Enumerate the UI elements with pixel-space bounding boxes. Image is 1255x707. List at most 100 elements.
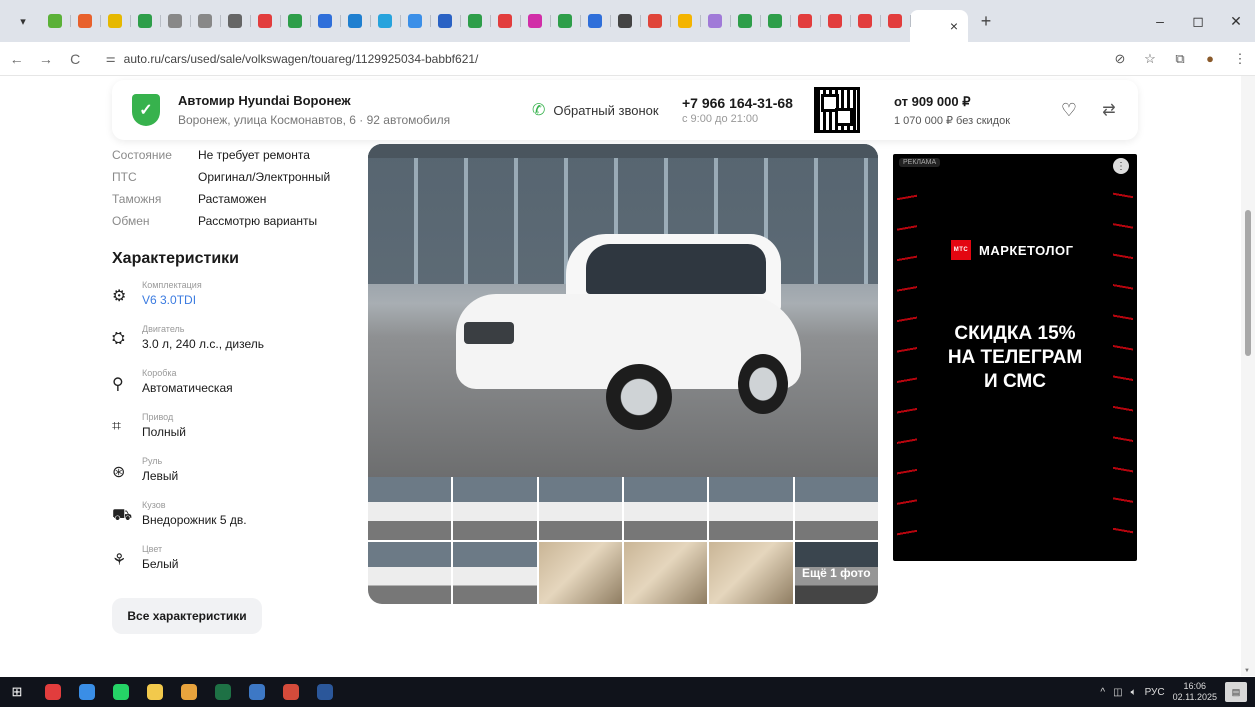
bookmark-star-icon[interactable]: ☆ <box>1135 46 1165 72</box>
browser-icon[interactable] <box>276 677 306 707</box>
site-info-icon[interactable]: ⚌ <box>106 52 116 65</box>
more-photos-thumbnail[interactable]: Ещё 1 фото <box>794 541 878 604</box>
browser-tab[interactable] <box>790 6 821 36</box>
favorite-heart-icon[interactable]: ♡ <box>1054 95 1084 125</box>
browser-tab[interactable] <box>820 6 851 36</box>
spec-row: ⚘ Цвет Белый <box>112 544 362 576</box>
phone-number[interactable]: +7 966 164-31-68 <box>682 95 808 111</box>
browser-tab[interactable] <box>640 6 671 36</box>
tab-active[interactable]: × <box>910 10 968 42</box>
dealer-name[interactable]: Автомир Hyundai Воронеж <box>178 93 518 108</box>
browser-tab[interactable] <box>580 6 611 36</box>
thumbnail[interactable] <box>368 477 452 540</box>
spec-value: 3.0 л, 240 л.с., дизель <box>142 337 264 351</box>
engine-icon: ⛭ <box>112 330 125 347</box>
spec-value: Белый <box>142 557 179 571</box>
browser-tab[interactable] <box>250 6 281 36</box>
app-icon[interactable] <box>242 677 272 707</box>
green-plus-icon <box>768 14 782 28</box>
language-indicator[interactable]: РУС <box>1145 687 1165 698</box>
browser-menu-icon[interactable]: ⋮ <box>1225 46 1255 72</box>
thumbnail[interactable] <box>624 477 708 540</box>
browser-tab[interactable] <box>550 6 581 36</box>
browser-tab[interactable] <box>490 6 521 36</box>
eye-off-icon[interactable]: ⊘ <box>1105 46 1135 72</box>
profile-avatar-icon[interactable]: ● <box>1195 46 1225 72</box>
close-window-button[interactable]: ✕ <box>1217 0 1255 42</box>
word-icon[interactable] <box>310 677 340 707</box>
main-photo[interactable] <box>368 144 878 477</box>
whatsapp-icon[interactable] <box>106 677 136 707</box>
thumbnail[interactable] <box>453 541 537 604</box>
back-button[interactable]: ← <box>4 46 29 72</box>
browser-tab[interactable] <box>700 6 731 36</box>
spec-label: Двигатель <box>142 324 185 334</box>
compare-arrows-icon[interactable]: ⇄ <box>1094 95 1124 125</box>
volume-icon[interactable]: 🔈︎ <box>1131 687 1137 698</box>
browser-tab[interactable] <box>730 6 761 36</box>
browser-tab[interactable] <box>460 6 491 36</box>
tray-chevron-up-icon[interactable]: ^ <box>1100 687 1105 698</box>
browser-tab[interactable] <box>430 6 461 36</box>
thumbnail[interactable] <box>453 477 537 540</box>
thumbnail[interactable] <box>538 541 622 604</box>
yandex-browser-icon[interactable] <box>38 677 68 707</box>
browser-tab[interactable] <box>190 6 221 36</box>
browser-tab[interactable] <box>70 6 101 36</box>
browser-tab[interactable] <box>850 6 881 36</box>
address-bar[interactable]: ⚌ auto.ru/cars/used/sale/volkswagen/toua… <box>95 45 1097 72</box>
phone-block[interactable]: +7 966 164-31-68 с 9:00 до 21:00 <box>682 95 808 125</box>
scroll-down-icon[interactable]: ▼ <box>1244 668 1250 674</box>
ad-options-icon[interactable]: ⋮ <box>1113 158 1129 174</box>
browser-tab[interactable] <box>280 6 311 36</box>
file-explorer-icon[interactable] <box>140 677 170 707</box>
browser-tab[interactable] <box>220 6 251 36</box>
specs-list: ⚙ Комплектация V6 3.0TDI ⛭ Двигатель 3.0 л, 2… <box>112 280 362 576</box>
browser-tab[interactable] <box>520 6 551 36</box>
maximize-button[interactable]: ◻ <box>1179 0 1217 42</box>
spec-text: Руль Левый <box>142 456 178 483</box>
windows-start-icon[interactable]: ⊞ <box>0 677 34 707</box>
browser-tab[interactable] <box>160 6 191 36</box>
browser-tab[interactable] <box>130 6 161 36</box>
page-scrollbar[interactable]: ▼ <box>1241 76 1255 676</box>
tab-search-menu-chevron-down-icon[interactable]: ▾ <box>12 10 34 32</box>
thumbnail[interactable] <box>709 477 793 540</box>
extensions-icon[interactable]: ⧉ <box>1165 46 1195 72</box>
browser-tab[interactable] <box>670 6 701 36</box>
thumbnail[interactable] <box>794 477 878 540</box>
clock[interactable]: 16:06 02.11.2025 <box>1173 681 1217 703</box>
taskbar-app-glyph <box>283 684 299 700</box>
cloud-icon[interactable] <box>72 677 102 707</box>
browser-tab[interactable] <box>760 6 791 36</box>
excel-icon[interactable] <box>208 677 238 707</box>
thumbnail[interactable] <box>538 477 622 540</box>
ad-label: РЕКЛАМА <box>899 158 941 167</box>
reload-button[interactable]: C <box>63 46 88 72</box>
browser-tab[interactable] <box>40 6 71 36</box>
browser-tab[interactable] <box>880 6 911 36</box>
price[interactable]: от 909 000 ₽ <box>894 94 1044 110</box>
browser-tab[interactable] <box>370 6 401 36</box>
browser-tab[interactable] <box>100 6 131 36</box>
shield-icon <box>588 14 602 28</box>
scrollbar-thumb[interactable] <box>1245 210 1251 356</box>
network-icon[interactable]: ◫ <box>1113 687 1122 698</box>
advertisement-banner[interactable]: РЕКЛАМА ⋮ МТС МАРКЕТОЛОГ СКИДКА 15% НА Т… <box>893 154 1137 561</box>
notification-center-icon[interactable]: ▤ <box>1225 682 1247 702</box>
thumbnail[interactable] <box>624 541 708 604</box>
chrome-icon[interactable] <box>174 677 204 707</box>
browser-tab[interactable] <box>610 6 641 36</box>
browser-tab[interactable] <box>400 6 431 36</box>
minimize-button[interactable]: – <box>1141 0 1179 42</box>
browser-tab[interactable] <box>310 6 341 36</box>
all-specs-button[interactable]: Все характеристики <box>112 598 262 634</box>
thumbnail[interactable] <box>709 541 793 604</box>
browser-tab[interactable] <box>340 6 371 36</box>
callback-button[interactable]: ✆ Обратный звонок <box>532 100 672 120</box>
forward-button[interactable]: → <box>33 46 58 72</box>
spec-value[interactable]: V6 3.0TDI <box>142 293 202 307</box>
thumbnail[interactable] <box>368 541 452 604</box>
new-tab-button[interactable]: + <box>972 7 1000 35</box>
tab-close-icon[interactable]: × <box>950 18 958 34</box>
